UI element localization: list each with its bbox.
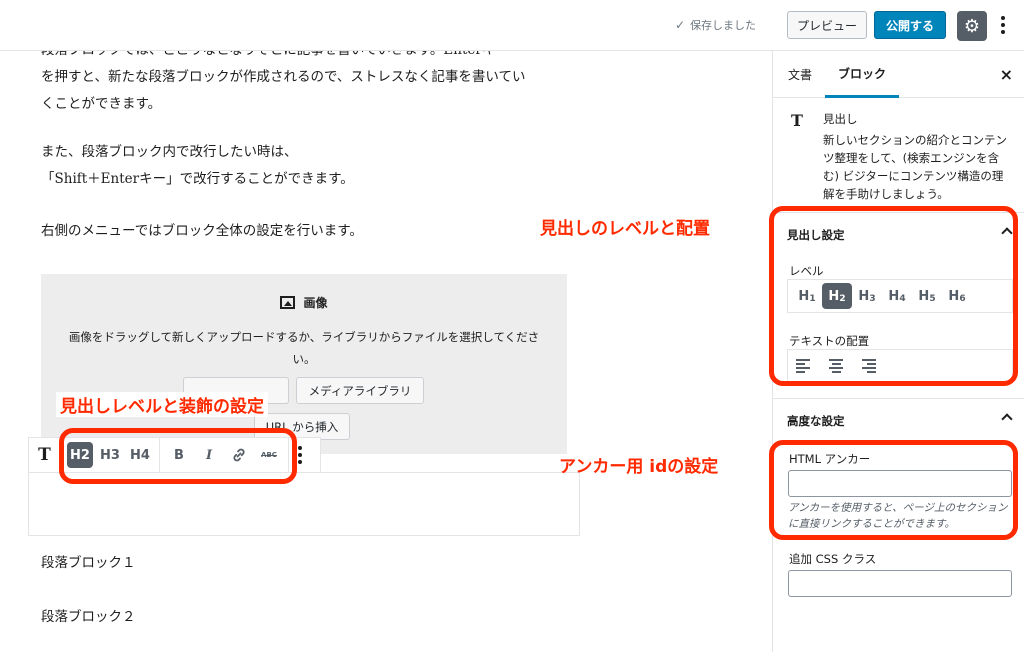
block-type-switcher[interactable]: T xyxy=(29,438,61,472)
paragraph-line: また、段落ブロック内で改行したい時は、 xyxy=(41,144,298,160)
advanced-panel-toggle[interactable]: 高度な設定 xyxy=(773,398,1024,442)
sidebar-tabs: 文書 ブロック × xyxy=(773,51,1024,98)
heading-block-icon: T xyxy=(791,111,803,130)
image-block-title-text: 画像 xyxy=(303,296,328,310)
save-status-text: 保存しました xyxy=(690,19,757,32)
editor-canvas: 段落ブロックでは、どこりなとなりそとに記事を書いていきます。Enterキ を押す… xyxy=(0,0,772,652)
image-block-description: 画像をドラッグして新しくアップロードするか、ライブラリからファイルを選択してくだ… xyxy=(68,330,540,366)
tab-block[interactable]: ブロック xyxy=(825,51,900,98)
block-name: 見出し xyxy=(823,112,858,126)
tab-document[interactable]: 文書 xyxy=(788,51,812,98)
css-class-label: 追加 CSS クラス xyxy=(789,552,877,566)
paragraph-line: 段落ブロック２ xyxy=(41,609,136,625)
image-icon xyxy=(280,296,296,309)
css-class-input[interactable] xyxy=(788,570,1012,597)
advanced-title: 高度な設定 xyxy=(787,413,845,428)
annotation-anchor-id: アンカー用 idの設定 xyxy=(559,457,719,477)
media-library-button[interactable]: メディアライブラリ xyxy=(296,377,424,404)
publish-button[interactable]: 公開する xyxy=(874,11,946,39)
annotation-heading-level-decoration: 見出しレベルと装飾の設定 xyxy=(56,392,268,417)
paragraph-line: 右側のメニューではブロック全体の設定を行います。 xyxy=(41,223,363,239)
paragraph-block[interactable]: また、段落ブロック内で改行したい時は、 「Shift＋Enterキー」で改行する… xyxy=(41,139,354,193)
editor-header: ✓ 保存しました プレビュー 公開する ⚙ xyxy=(0,0,1024,51)
more-menu-icon[interactable] xyxy=(996,13,1010,37)
paragraph-line: を押すと、新たな段落ブロックが作成されるので、ストレスなく記事を書いてい xyxy=(41,69,526,85)
check-icon: ✓ xyxy=(675,18,686,32)
chevron-up-icon xyxy=(1001,413,1013,425)
paragraph-block[interactable]: 段落ブロック２ xyxy=(41,604,136,631)
preview-button[interactable]: プレビュー xyxy=(787,11,867,39)
paragraph-line: くことができます。 xyxy=(41,96,162,112)
image-block-title: 画像 xyxy=(41,294,567,311)
annotation-toolbar-highlight xyxy=(59,428,297,484)
annotation-heading-settings-highlight xyxy=(769,206,1018,386)
close-icon[interactable]: × xyxy=(1000,65,1013,84)
paragraph-line: 「Shift＋Enterキー」で改行することができます。 xyxy=(41,171,354,187)
block-description: 新しいセクションの紹介とコンテンツ整理をして、(検索エンジンを含む) ビジターに… xyxy=(823,133,1007,201)
paragraph-block[interactable]: 段落ブロック１ xyxy=(41,550,136,577)
paragraph-line: 段落ブロック１ xyxy=(41,555,136,571)
settings-gear-icon[interactable]: ⚙ xyxy=(957,11,987,41)
paragraph-block[interactable]: 右側のメニューではブロック全体の設定を行います。 xyxy=(41,218,363,245)
annotation-heading-level-align: 見出しのレベルと配置 xyxy=(540,219,710,239)
annotation-anchor-highlight xyxy=(769,440,1018,540)
save-status: ✓ 保存しました xyxy=(675,17,756,33)
image-block-placeholder[interactable]: 画像 画像をドラッグして新しくアップロードするか、ライブラリからファイルを選択し… xyxy=(41,274,567,454)
